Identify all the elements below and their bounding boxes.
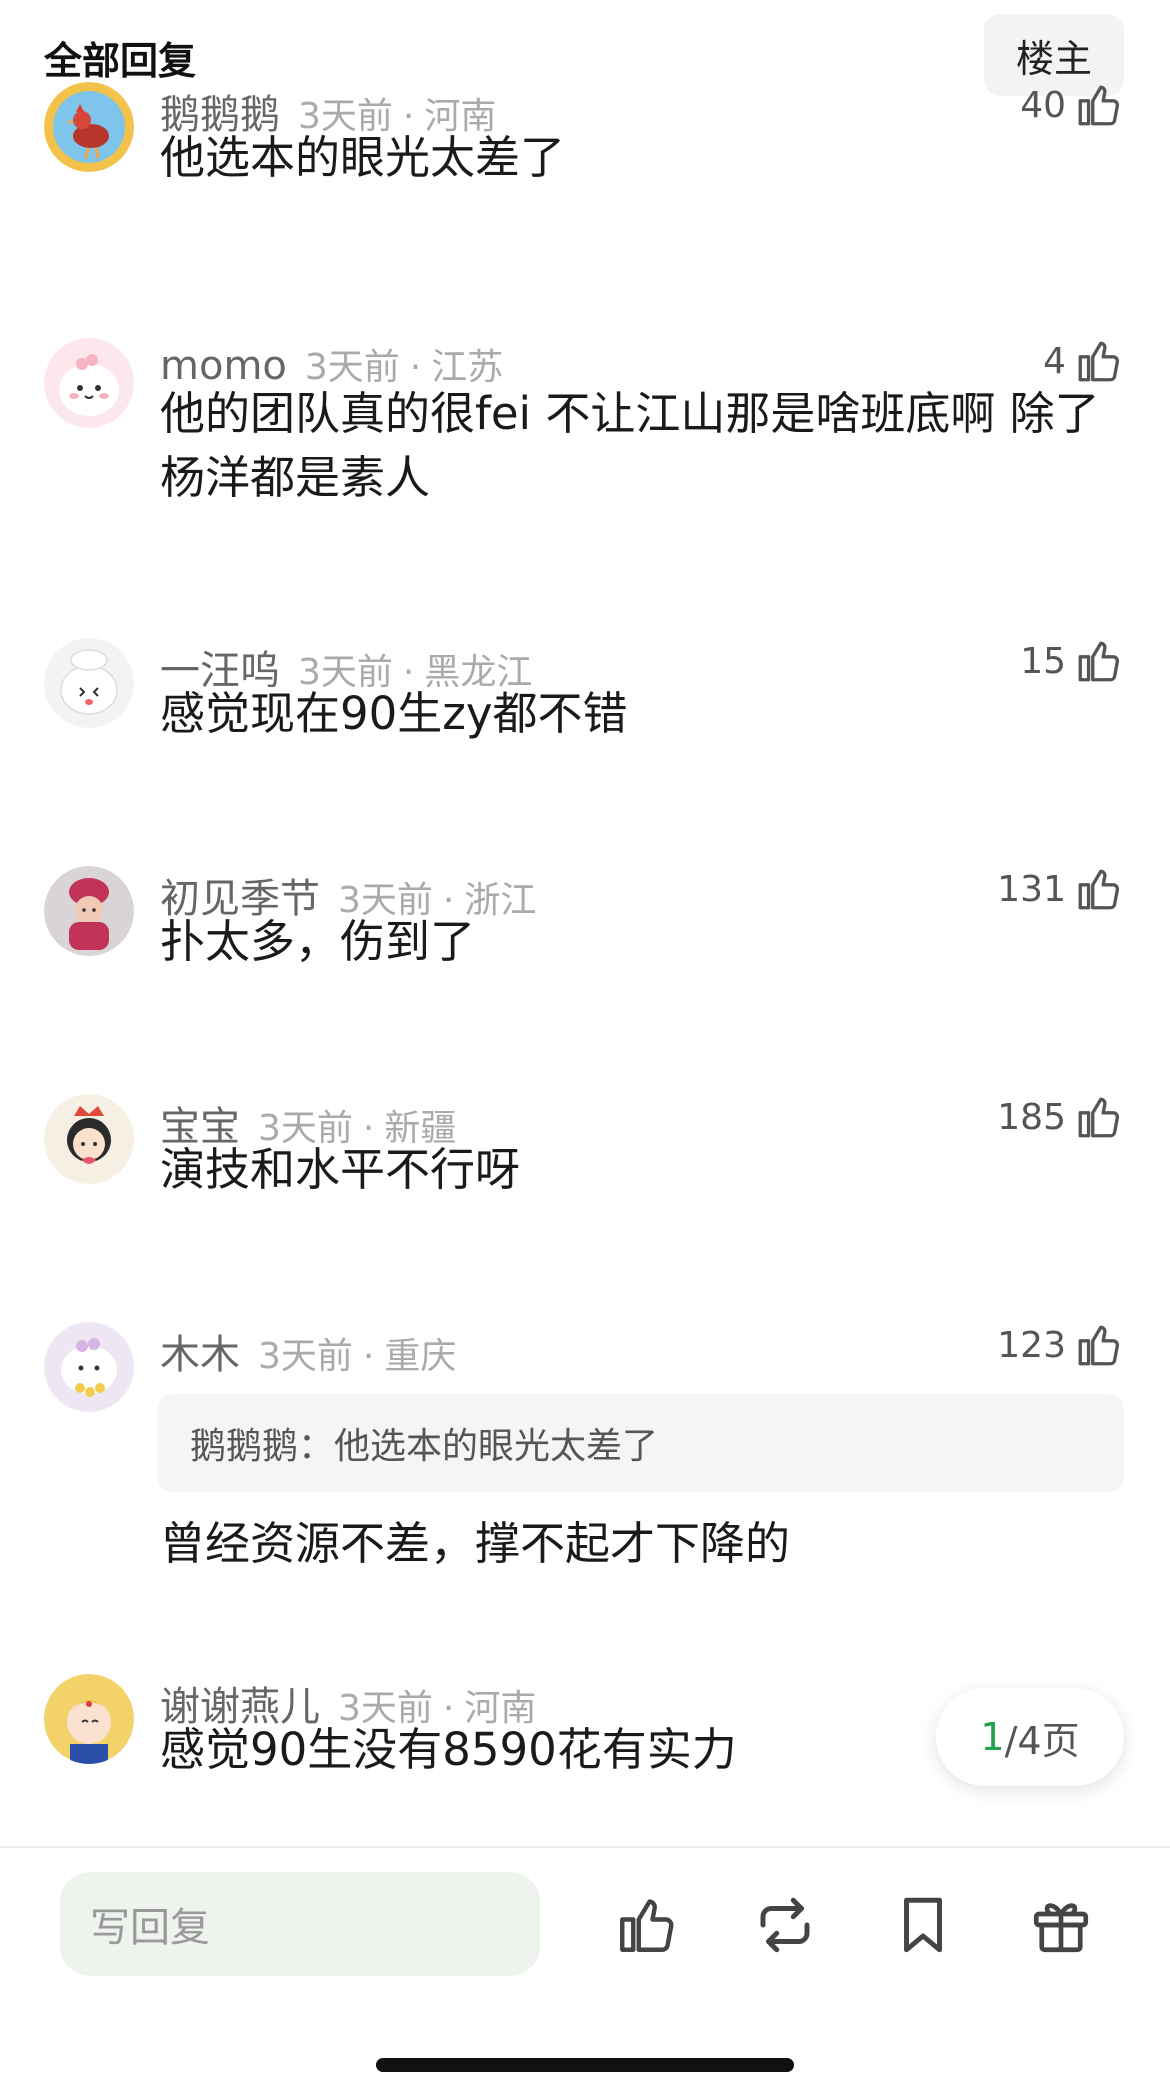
bookmark-icon xyxy=(904,1897,942,1953)
quoted-reply[interactable]: 鹅鹅鹅：他选本的眼光太差了 xyxy=(158,1394,1124,1492)
comment-location: 重庆 xyxy=(384,1336,457,1377)
comment-text: 他的团队真的很fei 不让江山那是啥班底啊 除了杨洋都是素人 xyxy=(160,387,1100,504)
bookmark-button[interactable] xyxy=(890,1892,956,1958)
sailor-moon-avatar-icon xyxy=(44,1674,134,1764)
avatar[interactable] xyxy=(44,1094,134,1184)
like-button[interactable]: 40 xyxy=(1020,80,1124,130)
username[interactable]: 木木 xyxy=(160,1322,240,1380)
page-indicator[interactable]: 1 /4页 xyxy=(936,1688,1124,1786)
total-pages: /4页 xyxy=(1004,1718,1080,1763)
comment-text: 曾经资源不差，撑不起才下降的 xyxy=(160,1517,791,1570)
thumbs-up-icon xyxy=(1078,869,1120,910)
home-indicator[interactable] xyxy=(376,2058,794,2072)
avatar[interactable] xyxy=(44,1674,134,1764)
avatar[interactable] xyxy=(44,1322,134,1412)
comment-text: 扑太多，伤到了 xyxy=(160,915,476,968)
avatar[interactable] xyxy=(44,82,134,172)
thumbs-up-icon xyxy=(620,1899,674,1952)
reply-input[interactable]: 写回复 xyxy=(60,1872,540,1976)
comment-text: 演技和水平不行呀 xyxy=(160,1143,521,1196)
gift-button[interactable] xyxy=(1028,1892,1094,1958)
rooster-avatar-icon xyxy=(44,82,134,172)
like-button[interactable]: 4 xyxy=(1043,336,1124,386)
comment-text: 他选本的眼光太差了 xyxy=(160,131,566,184)
like-button[interactable]: 185 xyxy=(997,1092,1124,1142)
like-count: 40 xyxy=(1020,84,1066,126)
thumbs-up-icon xyxy=(1078,641,1120,682)
dot-separator: · xyxy=(362,1336,375,1377)
thumbs-up-icon xyxy=(1078,341,1120,382)
current-page: 1 xyxy=(980,1715,1005,1759)
like-count: 131 xyxy=(997,868,1066,910)
comment-meta: 木木 3天前 · 重庆 xyxy=(160,1322,456,1378)
thumbs-up-icon xyxy=(1078,85,1120,126)
like-count: 4 xyxy=(1043,340,1066,382)
like-button[interactable]: 15 xyxy=(1020,636,1124,686)
gift-icon xyxy=(1033,1903,1089,1953)
chef-bear-avatar-icon xyxy=(44,638,134,728)
repost-button[interactable] xyxy=(752,1892,818,1958)
thumbs-up-icon xyxy=(1078,1325,1120,1366)
avatar[interactable] xyxy=(44,638,134,728)
comment-text: 感觉现在90生zy都不错 xyxy=(160,687,628,740)
knit-doll-avatar-icon xyxy=(44,866,134,956)
pink-cartoon-avatar-icon xyxy=(44,338,134,428)
thumbs-up-icon xyxy=(1078,1097,1120,1138)
like-post-button[interactable] xyxy=(614,1892,680,1958)
like-button[interactable]: 131 xyxy=(997,864,1124,914)
like-count: 15 xyxy=(1020,640,1066,682)
like-count: 185 xyxy=(997,1096,1066,1138)
like-button[interactable]: 123 xyxy=(997,1320,1124,1370)
comment-time: 3天前 xyxy=(258,1336,353,1377)
bottom-action-bar: 写回复 xyxy=(0,1846,1170,2098)
avatar[interactable] xyxy=(44,338,134,428)
crown-girl-avatar-icon xyxy=(44,1094,134,1184)
page-title: 全部回复 xyxy=(44,39,197,83)
like-count: 123 xyxy=(997,1324,1066,1366)
repost-icon xyxy=(760,1897,810,1953)
flower-cartoon-avatar-icon xyxy=(44,1322,134,1412)
avatar[interactable] xyxy=(44,866,134,956)
